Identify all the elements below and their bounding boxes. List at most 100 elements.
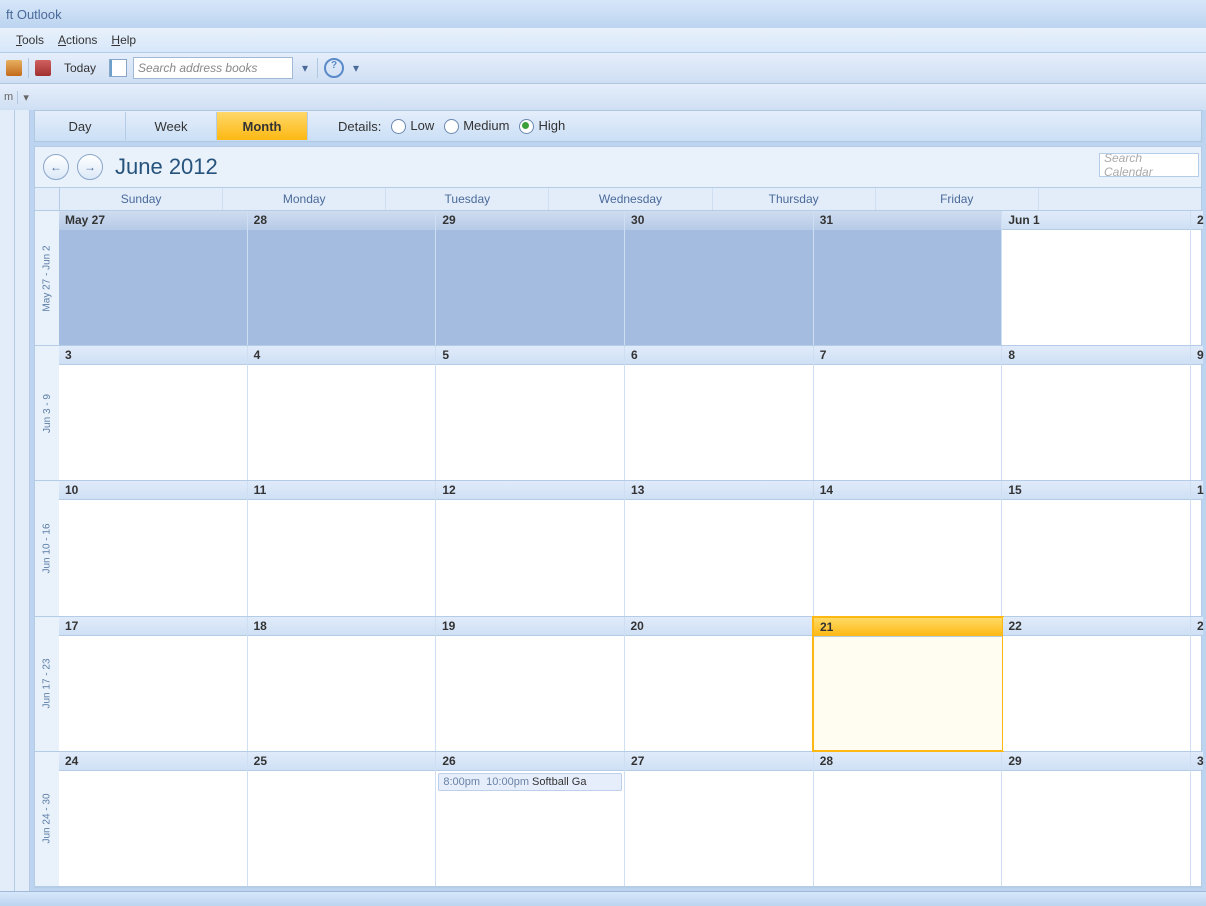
day-body[interactable] [59,365,247,480]
day-body[interactable] [248,230,436,345]
day-body[interactable] [814,637,1002,750]
week-label[interactable]: Jun 17 - 23 [35,617,59,752]
calendar-day-cell-cutoff[interactable]: 1 [1191,481,1201,615]
day-body[interactable] [1002,365,1190,480]
week-label[interactable]: Jun 24 - 30 [35,752,59,887]
day-body[interactable]: 8:00pm 10:00pm Softball Ga [436,771,624,886]
calendar-day-cell[interactable]: 15 [1002,481,1191,615]
menu-help[interactable]: Help [111,33,136,47]
day-body[interactable] [248,771,436,886]
calendar-day-cell[interactable]: 19 [436,617,625,751]
calendar-day-cell[interactable]: 17 [59,617,248,751]
search-address-books-input[interactable]: Search address books [133,57,293,79]
weekday-sunday[interactable]: Sunday [60,188,223,210]
day-body[interactable] [248,365,436,480]
details-high-radio[interactable]: High [519,118,565,134]
calendar-day-cell[interactable]: Jun 1 [1002,211,1191,345]
help-dropdown-icon[interactable]: ▾ [350,61,362,75]
menu-tools[interactable]: Tools [16,33,44,47]
nav-pane-collapsed[interactable] [15,110,30,892]
calendar-day-cell[interactable]: 28 [248,211,437,345]
weekday-tuesday[interactable]: Tuesday [386,188,549,210]
calendar-day-cell[interactable]: 4 [248,346,437,480]
details-medium-radio[interactable]: Medium [444,118,509,134]
calendar-day-cell[interactable]: 30 [625,211,814,345]
calendar-day-cell[interactable]: 11 [248,481,437,615]
toolbar2-dropdown-icon[interactable]: ▾ [17,91,34,104]
calendar-day-cell[interactable]: 18 [248,617,437,751]
day-body[interactable] [436,365,624,480]
left-gutter-collapsed[interactable] [0,110,15,892]
details-low-radio[interactable]: Low [391,118,434,134]
calendar-day-cell[interactable]: 268:00pm 10:00pm Softball Ga [436,752,625,886]
prev-month-button[interactable]: ← [43,154,69,180]
calendar-day-cell[interactable]: 10 [59,481,248,615]
calendar-day-cell[interactable]: 13 [625,481,814,615]
weekday-thursday[interactable]: Thursday [713,188,876,210]
calendar-day-cell[interactable]: 29 [1002,752,1191,886]
calendar-day-cell[interactable]: 6 [625,346,814,480]
day-body[interactable] [436,230,624,345]
day-body[interactable] [1002,771,1190,886]
day-body[interactable] [814,365,1002,480]
week-label[interactable]: May 27 - Jun 2 [35,211,59,346]
day-body[interactable] [59,500,247,615]
calendar-day-cell[interactable]: 5 [436,346,625,480]
weekday-friday[interactable]: Friday [876,188,1039,210]
calendar-day-cell[interactable]: 25 [248,752,437,886]
calendar-day-cell[interactable]: May 27 [59,211,248,345]
calendar-day-cell[interactable]: 29 [436,211,625,345]
day-body[interactable] [814,500,1002,615]
calendar-day-cell[interactable]: 12 [436,481,625,615]
day-body[interactable] [625,365,813,480]
day-body[interactable] [436,636,624,751]
calendar-day-cell[interactable]: 27 [625,752,814,886]
week-label[interactable]: Jun 3 - 9 [35,346,59,481]
calendar-day-cell[interactable]: 28 [814,752,1003,886]
search-dropdown-icon[interactable]: ▾ [299,61,311,75]
calendar-day-cell[interactable]: 31 [814,211,1003,345]
weekday-wednesday[interactable]: Wednesday [549,188,712,210]
day-body[interactable] [1003,636,1191,751]
toolbar-icon-2[interactable] [35,60,51,76]
day-body[interactable] [814,230,1002,345]
menu-actions[interactable]: Actions [58,33,97,47]
calendar-day-cell[interactable]: 8 [1002,346,1191,480]
day-body[interactable] [436,500,624,615]
search-calendar-input[interactable]: Search Calendar [1099,153,1199,177]
day-body[interactable] [1002,500,1190,615]
toolbar-icon-1[interactable] [6,60,22,76]
week-label[interactable]: Jun 10 - 16 [35,481,59,616]
view-week-button[interactable]: Week [126,112,217,140]
view-month-button[interactable]: Month [217,112,308,140]
day-body[interactable] [59,771,247,886]
calendar-event[interactable]: 8:00pm 10:00pm Softball Ga [438,773,622,791]
calendar-day-cell-cutoff[interactable]: 2 [1191,617,1201,751]
next-month-button[interactable]: → [77,154,103,180]
calendar-day-cell[interactable]: 7 [814,346,1003,480]
calendar-day-cell[interactable]: 22 [1003,617,1192,751]
calendar-day-cell[interactable]: 21 [812,616,1004,752]
help-icon[interactable]: ? [324,58,344,78]
view-day-button[interactable]: Day [35,112,126,140]
day-body[interactable] [59,636,247,751]
weekday-monday[interactable]: Monday [223,188,386,210]
day-body[interactable] [248,500,436,615]
day-body[interactable] [625,771,813,886]
day-body[interactable] [625,500,813,615]
calendar-day-cell-cutoff[interactable]: 2 [1191,211,1201,345]
day-body[interactable] [59,230,247,345]
day-body[interactable] [248,636,436,751]
calendar-day-cell-cutoff[interactable]: 9 [1191,346,1201,480]
calendar-day-cell[interactable]: 14 [814,481,1003,615]
day-body[interactable] [1002,230,1190,345]
calendar-day-cell[interactable]: 3 [59,346,248,480]
calendar-day-cell[interactable]: 24 [59,752,248,886]
today-button[interactable]: Today [57,58,103,78]
day-body[interactable] [625,636,813,751]
calendar-day-cell[interactable]: 20 [625,617,814,751]
address-book-icon[interactable] [109,59,127,77]
calendar-day-cell-cutoff[interactable]: 3 [1191,752,1201,886]
day-body[interactable] [814,771,1002,886]
day-body[interactable] [625,230,813,345]
